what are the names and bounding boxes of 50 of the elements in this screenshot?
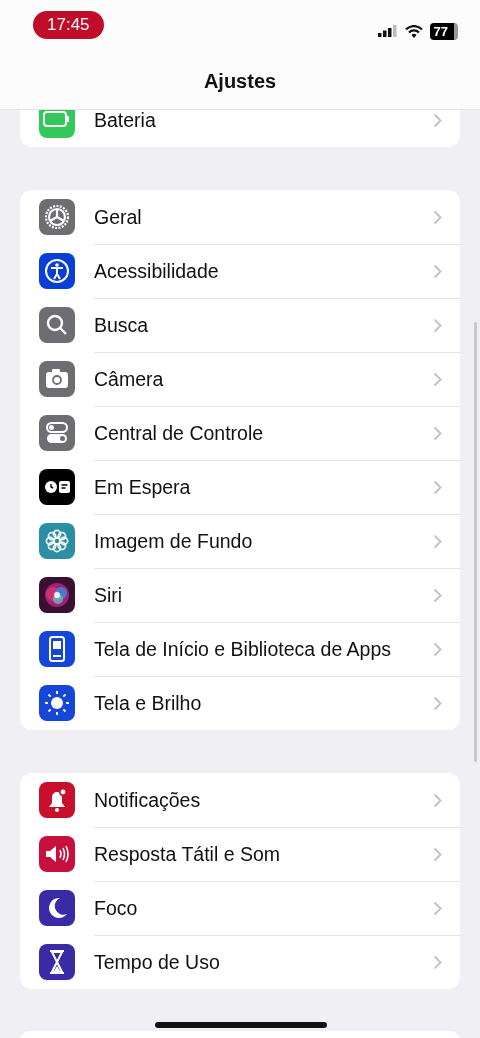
settings-row[interactable]: Imagem de Fundo [20,514,460,568]
settings-row[interactable]: Tela e Brilho [20,676,460,730]
chevron-icon [433,426,442,441]
settings-row[interactable]: Acessibilidade [20,244,460,298]
chevron-icon [433,588,442,603]
chevron-icon [433,112,442,128]
settings-row[interactable]: Em Espera [20,460,460,514]
chevron-icon [433,264,442,279]
settings-row[interactable]: Tempo de Uso [20,935,460,989]
settings-row[interactable]: Siri [20,568,460,622]
chevron-icon [433,696,442,711]
row-label: Busca [94,314,149,337]
chevron-icon [433,642,442,657]
row-label: Resposta Tátil e Som [94,843,281,866]
battery-level: 77 [429,22,458,40]
row-label: Câmera [94,368,164,391]
row-label: Geral [94,205,142,229]
chevron-icon [433,901,442,916]
signal-icon [377,25,398,37]
chevron-icon [433,209,442,225]
settings-row[interactable]: Notificações [20,773,460,827]
row-label: Em Espera [94,476,191,499]
chevron-icon [433,847,442,862]
page-title: Ajustes [203,70,277,93]
wifi-icon [404,24,423,38]
settings-row[interactable]: Geral [20,190,460,244]
chevron-icon [433,372,442,387]
row-label: Tela de Início e Biblioteca de Apps [94,638,392,661]
settings-row[interactable]: Central de Controle [20,406,460,460]
chevron-icon [433,534,442,549]
settings-row[interactable]: Bateria [20,110,460,147]
chevron-icon [433,955,442,970]
row-label: Bateria [94,110,156,132]
row-label: Central de Controle [94,422,264,445]
row-label: Foco [94,897,138,920]
row-label: Acessibilidade [94,260,219,283]
row-label: Siri [94,584,123,607]
chevron-icon [433,792,442,808]
row-label: Imagem de Fundo [94,530,253,553]
settings-row[interactable]: Foco [20,881,460,935]
row-label: Notificações [94,788,201,812]
settings-row[interactable]: Câmera [20,352,460,406]
row-label: Tempo de Uso [94,951,220,974]
settings-row[interactable]: Tela de Início e Biblioteca de Apps [20,622,460,676]
row-label: Tela e Brilho [94,692,202,715]
chevron-icon [433,480,442,495]
chevron-icon [433,318,442,333]
settings-row[interactable]: Resposta Tátil e Som [20,827,460,881]
settings-row[interactable]: Busca [20,298,460,352]
status-time: 17:45 [33,10,104,39]
